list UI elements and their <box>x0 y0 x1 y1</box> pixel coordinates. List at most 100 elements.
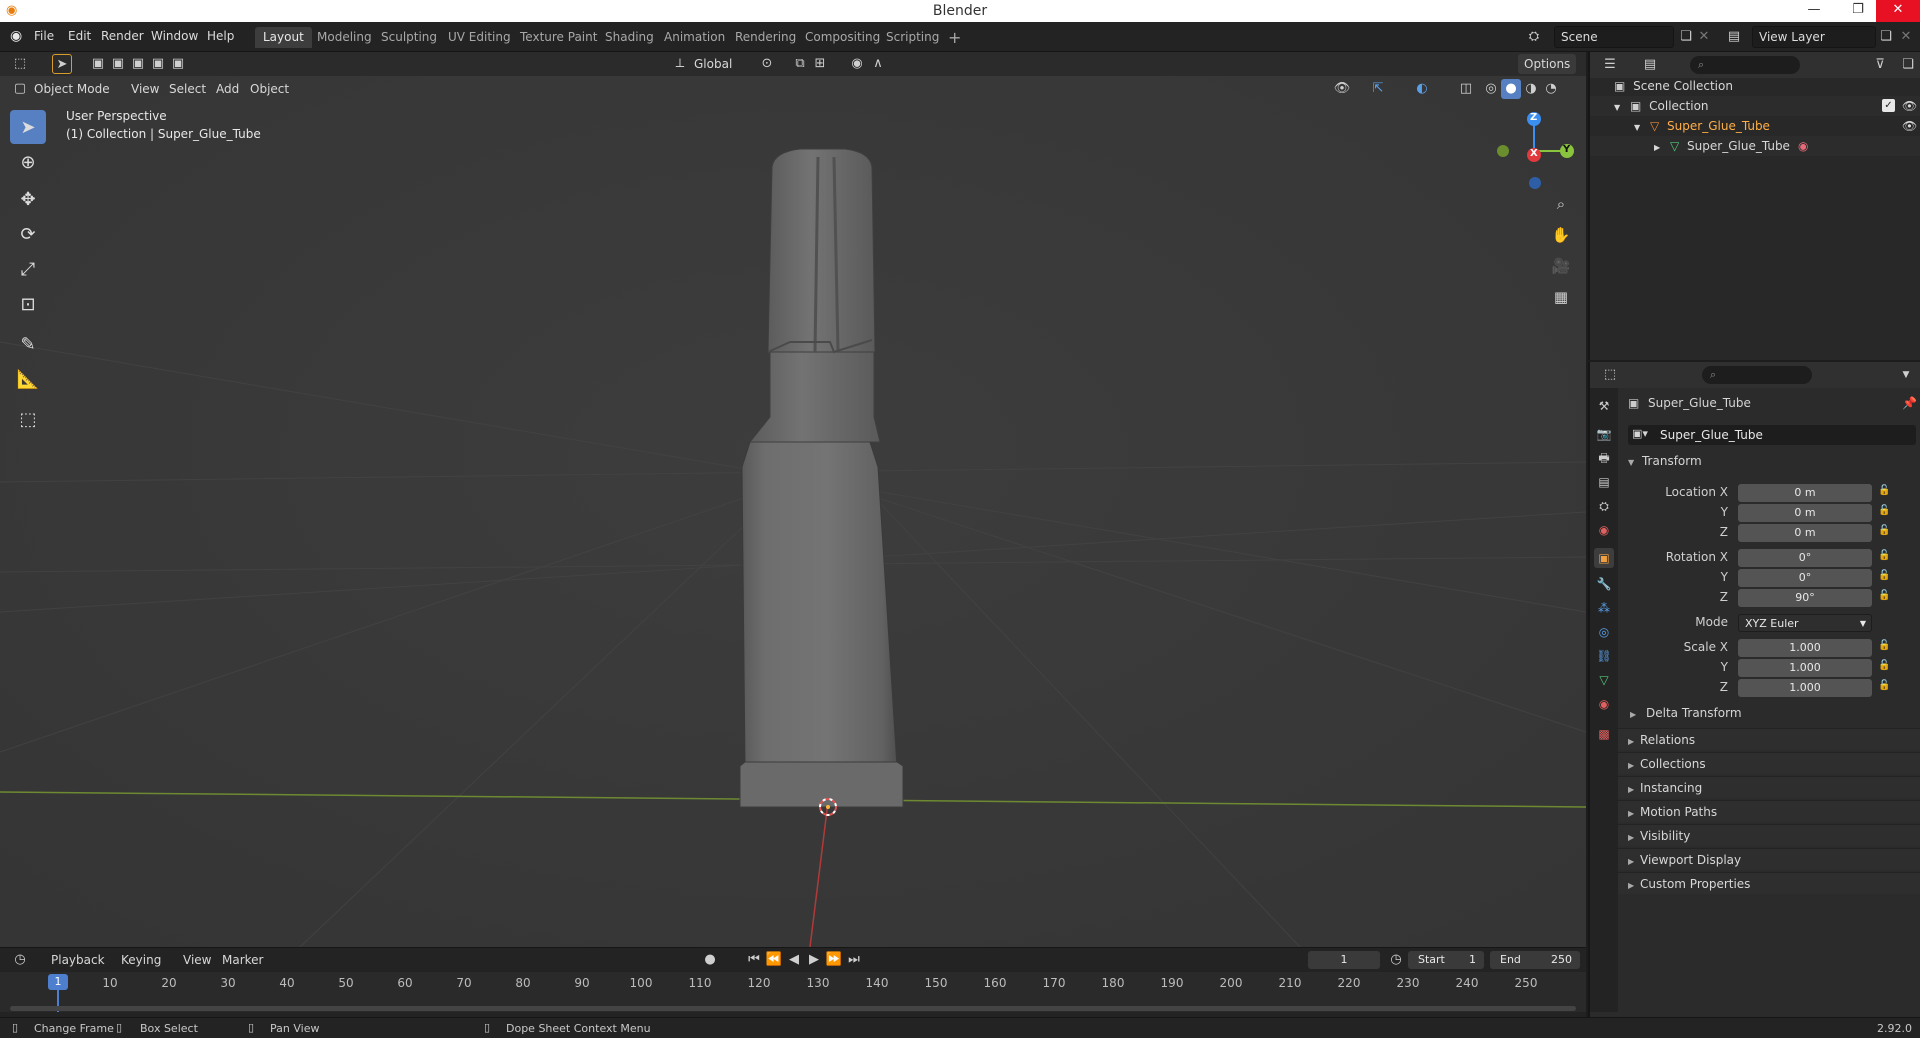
proportional-falloff-icon[interactable]: ∧ <box>868 54 888 74</box>
lock-icon[interactable]: 🔓 <box>1878 485 1890 496</box>
jump-keyframe-forward-icon[interactable]: ⏩ <box>824 950 844 970</box>
play-reverse-icon[interactable]: ◀ <box>784 950 804 970</box>
particles-tab-icon[interactable]: ⁂ <box>1594 598 1614 618</box>
tab-animation[interactable]: Animation <box>656 27 733 48</box>
playhead[interactable]: 1 <box>48 974 68 990</box>
jump-start-icon[interactable]: ⏮ <box>744 950 764 970</box>
lock-icon[interactable]: 🔓 <box>1878 570 1890 581</box>
object-mode-dropdown[interactable]: Object Mode <box>28 79 116 99</box>
annotate-tool-button[interactable]: ✎ <box>10 327 46 361</box>
exclude-checkbox[interactable]: ✓ <box>1882 99 1895 112</box>
menu-render[interactable]: Render <box>101 29 144 43</box>
play-icon[interactable]: ▶ <box>804 950 824 970</box>
eye-icon[interactable]: 👁 <box>1902 96 1917 116</box>
tab-uv-editing[interactable]: UV Editing <box>440 27 519 48</box>
add-workspace-icon[interactable]: + <box>940 27 969 48</box>
data-tab-icon[interactable]: ▽ <box>1594 670 1614 690</box>
transform-panel-header[interactable]: ▼ Transform <box>1618 450 1920 472</box>
transform-orientation-icon[interactable]: ⟂ <box>670 54 690 74</box>
gizmo-toggle-icon[interactable]: ⇱ <box>1368 79 1388 99</box>
view-layer-icon[interactable]: ▤ <box>1724 27 1744 47</box>
outliner[interactable]: ☰ ▤ ⌕ ⊽ ❏ ▣ Scene Collection ▼ ▣ Collect… <box>1588 52 1920 360</box>
rotation-z-field[interactable]: 90° <box>1738 589 1872 607</box>
new-collection-icon[interactable]: ❏ <box>1898 55 1918 75</box>
object-visibility-icon[interactable]: 👁 <box>1332 79 1352 99</box>
viewport-menu-add[interactable]: Add <box>210 79 245 99</box>
tool-tab-icon[interactable]: ⚒ <box>1594 396 1614 416</box>
view-layer-tab-icon[interactable]: ▤ <box>1594 472 1614 492</box>
jump-end-icon[interactable]: ⏭ <box>844 950 864 970</box>
tab-texture-paint[interactable]: Texture Paint <box>512 27 605 48</box>
cursor-tool-button[interactable]: ⊕ <box>10 145 46 179</box>
scale-x-field[interactable]: 1.000 <box>1738 639 1872 657</box>
motion-paths-panel-header[interactable]: ▶ Motion Paths <box>1618 800 1920 822</box>
modifier-tab-icon[interactable]: 🔧 <box>1594 574 1614 594</box>
render-tab-icon[interactable]: 📷 <box>1594 424 1614 444</box>
location-z-field[interactable]: 0 m <box>1738 524 1872 542</box>
pin-icon[interactable]: 📌 <box>1902 396 1917 410</box>
constraints-tab-icon[interactable]: ⛓ <box>1594 646 1614 666</box>
camera-view-icon[interactable]: 🎥 <box>1551 256 1571 276</box>
move-tool-button[interactable]: ✥ <box>10 182 46 216</box>
delete-view-layer-icon[interactable]: ✕ <box>1896 27 1916 47</box>
lock-icon[interactable]: 🔓 <box>1878 525 1890 536</box>
scene-field[interactable]: Scene <box>1554 26 1674 48</box>
add-cube-tool-button[interactable]: ⬚ <box>10 402 46 436</box>
outliner-collection[interactable]: ▼ ▣ Collection ✓ 👁 <box>1590 96 1920 116</box>
world-tab-icon[interactable]: ◉ <box>1594 520 1614 540</box>
zoom-view-icon[interactable]: ⌕ <box>1551 194 1571 214</box>
solid-shading-icon[interactable]: ● <box>1501 79 1521 99</box>
scale-y-field[interactable]: 1.000 <box>1738 659 1872 677</box>
tab-sculpting[interactable]: Sculpting <box>373 27 445 48</box>
relations-panel-header[interactable]: ▶ Relations <box>1618 728 1920 750</box>
jump-keyframe-back-icon[interactable]: ⏪ <box>764 950 784 970</box>
wireframe-shading-icon[interactable]: ◎ <box>1481 79 1501 99</box>
viewport-display-panel-header[interactable]: ▶ Viewport Display <box>1618 848 1920 870</box>
gizmo-y-label[interactable]: Y <box>1563 144 1570 155</box>
material-icon[interactable]: ◉ <box>1798 136 1808 156</box>
scene-tab-icon[interactable]: ⛭ <box>1594 496 1614 516</box>
record-keyframe-icon[interactable]: ● <box>700 950 720 970</box>
properties-editor-icon[interactable]: ⬚ <box>1600 365 1620 385</box>
current-frame-field[interactable]: 1 <box>1308 951 1380 969</box>
measure-tool-button[interactable]: 📐 <box>10 362 46 396</box>
expand-collapse-icon[interactable]: ▼ <box>1614 103 1620 112</box>
custom-properties-panel-header[interactable]: ▶ Custom Properties <box>1618 872 1920 894</box>
material-preview-icon[interactable]: ◑ <box>1521 79 1541 99</box>
tab-rendering[interactable]: Rendering <box>727 27 804 48</box>
lock-icon[interactable]: 🔓 <box>1878 590 1890 601</box>
select-mode-intersect-icon[interactable]: ▣ <box>168 54 188 74</box>
viewport-menu-view[interactable]: View <box>125 79 165 99</box>
xray-toggle-icon[interactable]: ◫ <box>1456 79 1476 99</box>
select-mode-extend-icon[interactable]: ▣ <box>108 54 128 74</box>
lock-icon[interactable]: 🔓 <box>1878 550 1890 561</box>
location-x-field[interactable]: 0 m <box>1738 484 1872 502</box>
transform-orientation-dropdown[interactable]: Global <box>688 54 738 74</box>
menu-help[interactable]: Help <box>207 29 234 43</box>
outliner-mesh-row[interactable]: ▶ ▽ Super_Glue_Tube ◉ <box>1590 136 1920 156</box>
gizmo-x-label[interactable]: X <box>1530 148 1538 159</box>
blender-menu-icon[interactable]: ◉ <box>10 28 22 44</box>
editor-type-icon[interactable]: ⬚ <box>10 54 30 74</box>
gizmo-z-label[interactable]: Z <box>1530 112 1537 123</box>
timeline-view-menu[interactable]: View <box>177 950 217 970</box>
select-box-tool-icon[interactable]: ➤ <box>52 54 72 74</box>
restore-button[interactable]: ❐ <box>1842 0 1874 22</box>
scale-z-field[interactable]: 1.000 <box>1738 679 1872 697</box>
tab-modeling[interactable]: Modeling <box>309 27 380 48</box>
visibility-panel-header[interactable]: ▶ Visibility <box>1618 824 1920 846</box>
expand-collapse-icon[interactable]: ▶ <box>1654 143 1660 152</box>
rotation-x-field[interactable]: 0° <box>1738 549 1872 567</box>
properties-options-icon[interactable]: ▼ <box>1896 365 1916 385</box>
3d-viewport[interactable]: Z Y X ⬚ ➤ ▣ ▣ ▣ ▣ ▣ ⟂ Global ⊙ ⧉ ⊞ ◉ ∧ O… <box>0 52 1586 947</box>
use-preview-range-icon[interactable]: ◷ <box>1386 950 1406 970</box>
menu-file[interactable]: File <box>34 29 54 43</box>
transform-tool-button[interactable]: ⊡ <box>10 287 46 321</box>
material-tab-icon[interactable]: ◉ <box>1594 694 1614 714</box>
output-tab-icon[interactable]: 🖶 <box>1594 448 1614 468</box>
scale-tool-button[interactable]: ⤢ <box>10 252 46 286</box>
collections-panel-header[interactable]: ▶ Collections <box>1618 752 1920 774</box>
viewport-menu-object[interactable]: Object <box>244 79 295 99</box>
new-view-layer-icon[interactable]: ❏ <box>1876 27 1896 47</box>
select-mode-subtract-icon[interactable]: ▣ <box>128 54 148 74</box>
